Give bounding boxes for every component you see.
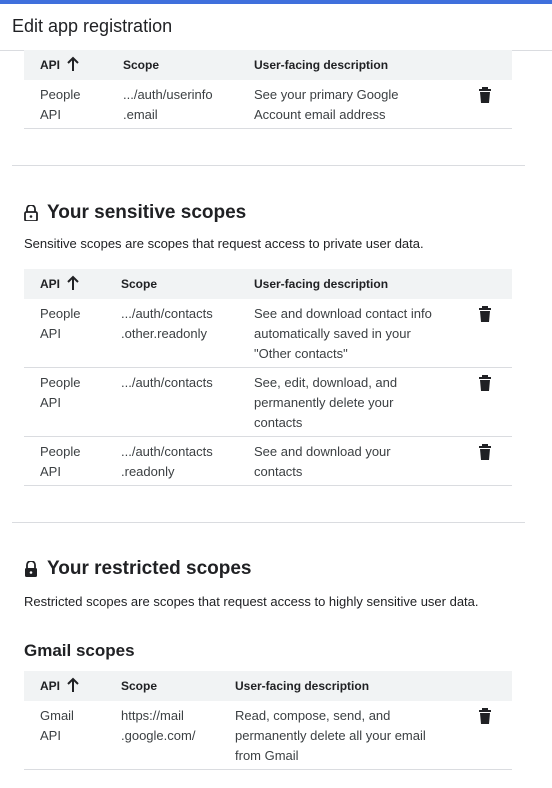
sensitive-scopes-description: Sensitive scopes are scopes that request… [24,236,424,251]
api-cell: Gmail API [40,708,74,743]
table-row: People API .../auth/contacts .readonly S… [24,437,512,486]
api-cell: People API [40,306,81,341]
lock-open-icon [24,205,38,221]
description-cell: See and download contact info automatica… [254,306,432,361]
gmail-scopes-title: Gmail scopes [24,641,135,660]
api-cell: People API [40,87,81,122]
column-api[interactable]: API [40,277,60,291]
table-row: People API .../auth/contacts .other.read… [24,299,512,368]
arrow-up-icon[interactable] [66,275,80,291]
table-header: API Scope User-facing description [24,269,512,299]
table-row: People API .../auth/userinfo .email See … [24,80,512,129]
arrow-up-icon[interactable] [66,677,80,693]
section-divider [12,522,525,523]
app-header: Edit app registration [0,4,552,51]
scope-cell: .../auth/contacts [121,375,213,390]
trash-icon[interactable] [478,87,492,103]
trash-icon[interactable] [478,444,492,460]
scope-cell: .../auth/userinfo .email [123,87,213,122]
non-sensitive-scopes-table: API Scope User-facing description People… [24,50,512,129]
page-title: Edit app registration [12,16,173,36]
scope-cell: .../auth/contacts .readonly [121,444,213,479]
column-description: User-facing description [235,679,370,693]
scope-cell: https://mail .google.com/ [121,708,196,743]
column-api[interactable]: API [40,679,60,693]
column-description: User-facing description [254,277,389,291]
restricted-scopes-title: Your restricted scopes [24,558,252,580]
restricted-scopes-description: Restricted scopes are scopes that reques… [24,594,479,609]
table-header: API Scope User-facing description [24,50,512,80]
description-cell: Read, compose, send, and permanently del… [235,708,426,763]
column-description: User-facing description [254,58,389,72]
trash-icon[interactable] [478,306,492,322]
sensitive-scopes-title: Your sensitive scopes [24,202,246,224]
description-cell: See and download your contacts [254,444,391,479]
table-row: Gmail API https://mail .google.com/ Read… [24,701,512,770]
column-scope: Scope [121,679,158,693]
gmail-scopes-table: API Scope User-facing description Gmail … [24,671,512,770]
api-cell: People API [40,444,81,479]
description-cell: See your primary Google Account email ad… [254,87,399,122]
table-header: API Scope User-facing description [24,671,512,701]
arrow-up-icon[interactable] [66,56,80,72]
column-scope: Scope [121,277,158,291]
scope-cell: .../auth/contacts .other.readonly [121,306,213,341]
lock-icon [25,561,37,577]
sensitive-scopes-table: API Scope User-facing description People… [24,269,512,486]
trash-icon[interactable] [478,375,492,391]
description-cell: See, edit, download, and permanently del… [254,375,398,430]
column-scope: Scope [123,58,160,72]
trash-icon[interactable] [478,708,492,724]
section-divider [12,165,525,166]
table-row: People API .../auth/contacts See, edit, … [24,368,512,437]
column-api[interactable]: API [40,58,60,72]
api-cell: People API [40,375,81,410]
